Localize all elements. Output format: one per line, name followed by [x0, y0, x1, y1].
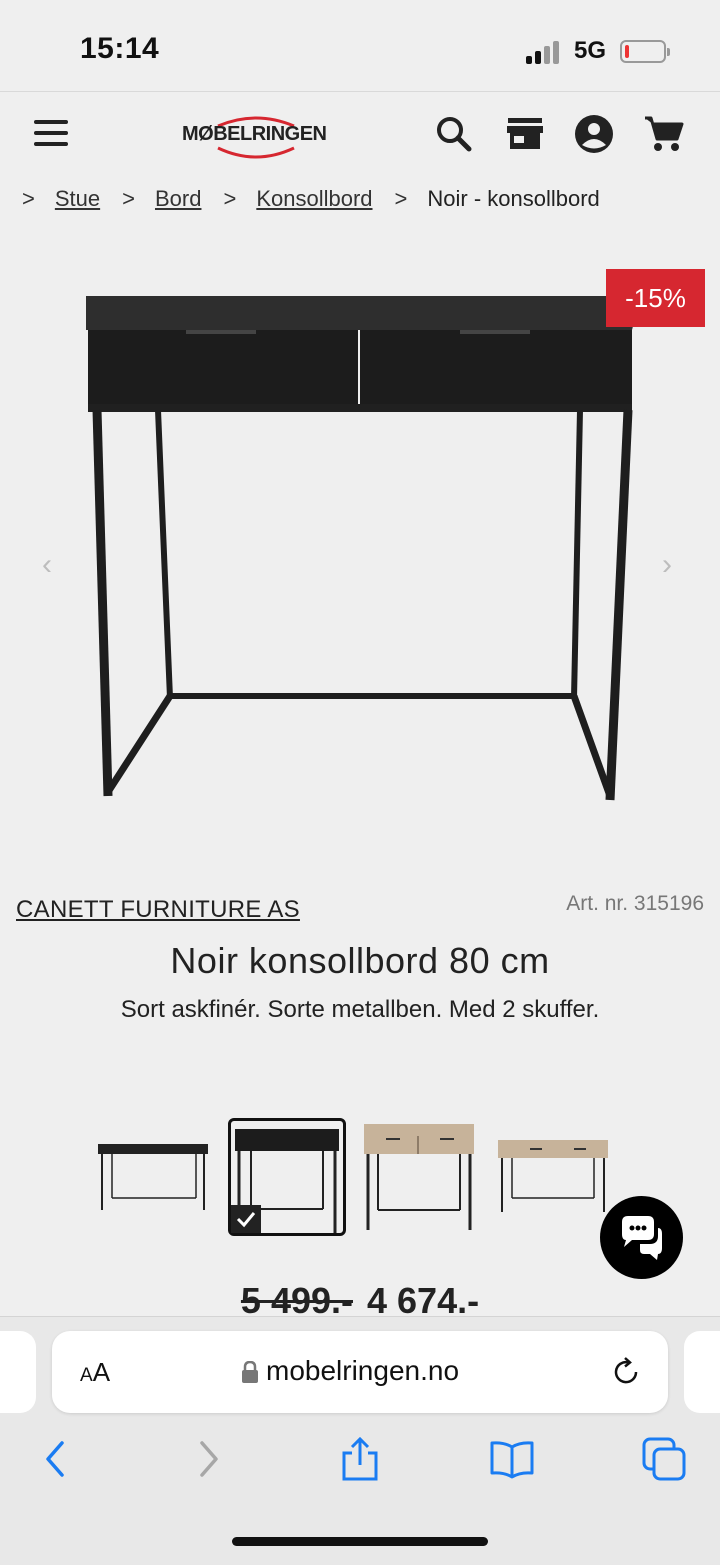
- breadcrumb-separator: >: [394, 186, 408, 211]
- store-icon[interactable]: [505, 114, 545, 154]
- breadcrumb-separator: >: [223, 186, 237, 211]
- signal-icon: [526, 40, 564, 64]
- reload-icon[interactable]: [608, 1354, 644, 1390]
- discount-badge: -15%: [606, 269, 705, 327]
- old-price: 5 499.-: [240, 1280, 353, 1316]
- variant-swatch-black[interactable]: [92, 1118, 210, 1236]
- logo-text: MØBELRINGEN: [182, 123, 327, 145]
- bookmarks-icon[interactable]: [490, 1437, 534, 1481]
- page: 15:14 5G MØBELRINGEN > Stue > Bord > Kon…: [0, 0, 720, 1565]
- chat-button[interactable]: [600, 1196, 683, 1279]
- carousel-next-icon[interactable]: ›: [662, 548, 672, 582]
- variant-swatch-oak-2[interactable]: [494, 1118, 612, 1236]
- account-icon[interactable]: [574, 114, 614, 154]
- chat-icon: [622, 1216, 662, 1260]
- menu-icon[interactable]: [34, 120, 68, 146]
- breadcrumb-link-stue[interactable]: Stue: [55, 186, 100, 211]
- home-indicator: [232, 1537, 488, 1546]
- brand-link[interactable]: CANETT FURNITURE AS: [16, 896, 300, 924]
- product-image[interactable]: [0, 260, 720, 860]
- site-header: MØBELRINGEN: [0, 92, 720, 180]
- search-icon[interactable]: [434, 114, 474, 154]
- previous-tab[interactable]: [0, 1331, 36, 1413]
- breadcrumb-separator: >: [22, 186, 35, 211]
- breadcrumb-link-bord[interactable]: Bord: [155, 186, 201, 211]
- current-price: 4 674.-: [367, 1280, 480, 1316]
- article-number: Art. nr. 315196: [566, 892, 704, 915]
- text-size-button[interactable]: AA: [80, 1357, 110, 1388]
- forward-icon[interactable]: [186, 1437, 230, 1481]
- share-icon[interactable]: [338, 1436, 382, 1481]
- lock-icon: [242, 1360, 258, 1383]
- breadcrumb: > Stue > Bord > Konsollbord > Noir - konsollbor…: [22, 186, 712, 216]
- carousel-prev-icon[interactable]: ‹: [42, 548, 52, 582]
- url-text[interactable]: mobelringen.no: [266, 1355, 459, 1387]
- breadcrumb-separator: >: [122, 186, 135, 211]
- back-icon[interactable]: [34, 1437, 78, 1481]
- variant-swatch-black-selected[interactable]: [228, 1118, 346, 1236]
- product-subtitle: Sort askfinér. Sorte metallben. Med 2 sk…: [120, 996, 600, 1023]
- breadcrumb-link-konsollbord[interactable]: Konsollbord: [256, 186, 372, 211]
- tabs-icon[interactable]: [642, 1437, 686, 1481]
- breadcrumb-current: Noir - konsollbord: [427, 186, 600, 211]
- battery-icon: [620, 40, 670, 63]
- status-bar: 15:14 5G: [0, 0, 720, 92]
- next-tab[interactable]: [684, 1331, 720, 1413]
- status-time: 15:14: [80, 32, 160, 65]
- variant-swatch-oak[interactable]: [362, 1118, 480, 1236]
- browser-toolbar: AA mobelringen.no: [0, 1316, 720, 1565]
- logo[interactable]: MØBELRINGEN: [178, 112, 338, 160]
- check-icon: [231, 1205, 261, 1233]
- address-bar[interactable]: AA mobelringen.no: [52, 1331, 668, 1413]
- network-type: 5G: [574, 37, 607, 64]
- product-title: Noir konsollbord 80 cm: [170, 940, 550, 981]
- price-row: 5 499.- 4 674.-: [0, 1280, 720, 1316]
- cart-icon[interactable]: [644, 114, 684, 154]
